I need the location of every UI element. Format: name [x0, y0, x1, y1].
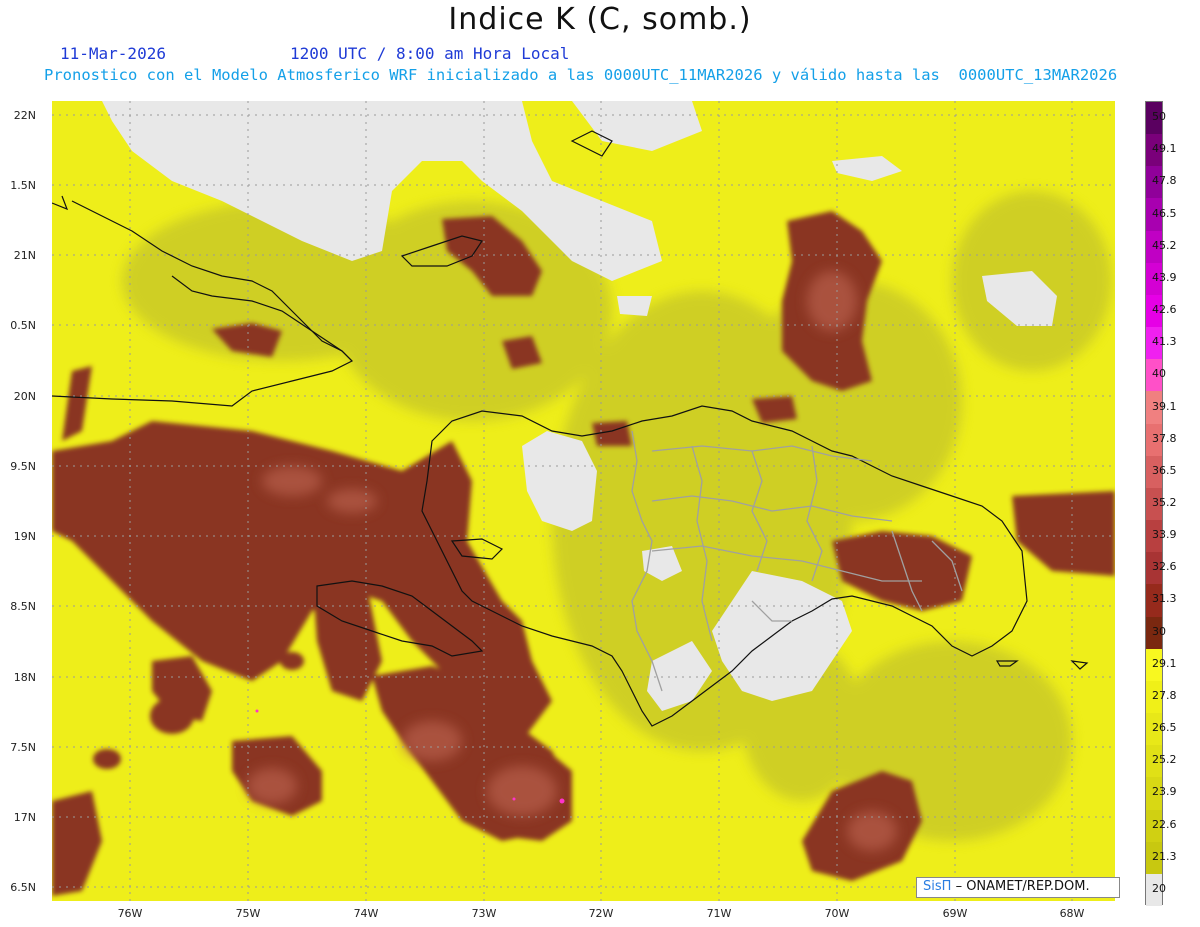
- lat-label: 19N: [13, 530, 36, 543]
- colorbar-label: 32.6: [1152, 560, 1177, 574]
- colorbar-label: 39.1: [1152, 399, 1177, 413]
- colorbar-label: 23.9: [1152, 785, 1177, 799]
- lon-label: 68W: [1059, 907, 1085, 920]
- lat-label: 8.5N: [10, 600, 36, 613]
- map-panel: [51, 101, 1115, 901]
- lon-label: 75W: [235, 907, 261, 920]
- lon-label: 72W: [588, 907, 614, 920]
- colorbar-label: 46.5: [1152, 206, 1177, 220]
- colorbar-label: 26.5: [1152, 721, 1177, 735]
- lat-label: 7.5N: [10, 741, 36, 754]
- sispi-logo: SisΠ: [923, 879, 952, 894]
- lat-label: 1.5N: [10, 179, 36, 192]
- lat-label: 20N: [13, 390, 36, 403]
- colorbar-label: 41.3: [1152, 335, 1177, 349]
- forecast-time: 1200 UTC / 8:00 am Hora Local: [290, 44, 570, 63]
- lat-label: 17N: [13, 811, 36, 824]
- lon-label: 76W: [117, 907, 143, 920]
- lon-label: 69W: [942, 907, 968, 920]
- lon-label: 70W: [824, 907, 850, 920]
- colorbar-label: 50: [1152, 110, 1166, 124]
- colorbar-label: 21.3: [1152, 849, 1177, 863]
- lon-label: 71W: [706, 907, 732, 920]
- colorbar-label: 29.1: [1152, 656, 1177, 670]
- colorbar-label: 27.8: [1152, 688, 1177, 702]
- colorbar-label: 47.8: [1152, 174, 1177, 188]
- colorbar-label: 22.6: [1152, 817, 1177, 831]
- colorbar-label: 42.6: [1152, 303, 1177, 317]
- map-title: Indice K (C, somb.): [448, 2, 752, 37]
- colorbar-label: 40: [1152, 367, 1166, 381]
- lat-label: 21N: [13, 249, 36, 262]
- lat-label: 0.5N: [10, 319, 36, 332]
- lat-label: 22N: [13, 109, 36, 122]
- k-index-map: [51, 101, 1115, 901]
- colorbar-label: 35.2: [1152, 496, 1177, 509]
- forecast-description: Pronostico con el Modelo Atmosferico WRF…: [44, 66, 1118, 84]
- colorbar-label: 31.3: [1152, 592, 1177, 606]
- colorbar-label: 36.5: [1152, 463, 1177, 477]
- colorbar-label: 43.9: [1152, 270, 1177, 284]
- colorbar-label: 37.8: [1152, 431, 1177, 445]
- lat-label: 6.5N: [10, 881, 36, 894]
- forecast-date: 11-Mar-2026: [60, 44, 166, 63]
- lat-label: 18N: [13, 671, 36, 684]
- lon-label: 73W: [471, 907, 497, 920]
- colorbar-label: 30: [1152, 624, 1166, 638]
- colorbar-label: 33.9: [1152, 528, 1177, 542]
- lat-label: 9.5N: [10, 460, 36, 473]
- credit-org: – ONAMET/REP.DOM.: [955, 879, 1090, 894]
- colorbar-label: 49.1: [1152, 142, 1177, 156]
- credit-box: SisΠ – ONAMET/REP.DOM.: [916, 877, 1120, 898]
- colorbar-label: 20: [1152, 881, 1166, 895]
- colorbar-label: 25.2: [1152, 753, 1177, 767]
- colorbar-label: 45.2: [1152, 238, 1177, 252]
- lon-label: 74W: [353, 907, 379, 920]
